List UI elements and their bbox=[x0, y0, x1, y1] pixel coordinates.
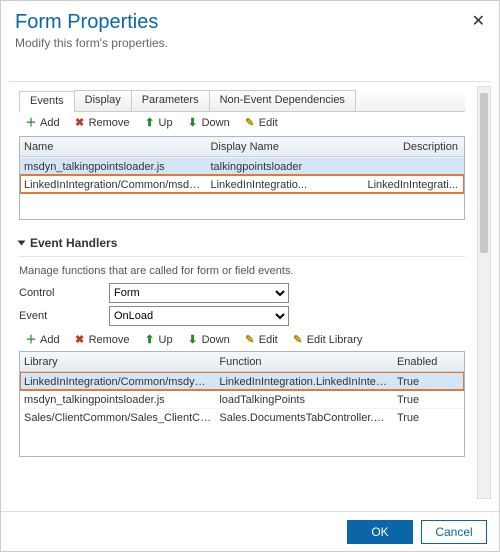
remove-handler-button[interactable]: ✖ Remove bbox=[72, 333, 132, 347]
handlers-grid: Library Function Enabled LinkedInIntegra… bbox=[19, 351, 465, 457]
table-row[interactable]: Sales/ClientCommon/Sales_ClientCom... Sa… bbox=[20, 408, 464, 426]
up-button[interactable]: ⬆ Up bbox=[142, 116, 175, 130]
col-enabled[interactable]: Enabled bbox=[393, 356, 464, 368]
tab-display[interactable]: Display bbox=[74, 90, 132, 111]
handlers-toolbar: ＋ Add ✖ Remove ⬆ Up ⬇ Down ✎ Edit ✎ Edit… bbox=[19, 329, 465, 351]
up-icon: ⬆ bbox=[144, 117, 156, 129]
edit-library-icon: ✎ bbox=[292, 334, 304, 346]
footer: OK Cancel bbox=[1, 511, 499, 551]
remove-label: Remove bbox=[89, 117, 130, 129]
up-label: Up bbox=[159, 334, 173, 346]
col-function[interactable]: Function bbox=[215, 356, 393, 368]
down-handler-button[interactable]: ⬇ Down bbox=[185, 333, 232, 347]
cell-display: talkingpointsloader bbox=[206, 161, 330, 173]
content-area: Events Display Parameters Non-Event Depe… bbox=[9, 81, 491, 503]
cell-desc: LinkedInIntegrati... bbox=[331, 179, 464, 191]
cell-library: LinkedInIntegration/Common/msdyn_L... bbox=[20, 376, 215, 388]
col-library[interactable]: Library bbox=[20, 356, 215, 368]
libraries-grid: Name Display Name Description msdyn_talk… bbox=[19, 136, 465, 220]
tab-non-event-deps[interactable]: Non-Event Dependencies bbox=[209, 90, 356, 111]
scrollbar-thumb[interactable] bbox=[480, 93, 488, 253]
divider bbox=[19, 256, 465, 257]
cell-library: msdyn_talkingpointsloader.js bbox=[20, 394, 215, 406]
edit-handler-button[interactable]: ✎ Edit bbox=[242, 333, 280, 347]
scrollbar[interactable] bbox=[477, 86, 491, 499]
remove-icon: ✖ bbox=[74, 117, 86, 129]
ok-button[interactable]: OK bbox=[347, 520, 413, 544]
cell-function: LinkedInIntegration.LinkedInIntegration.… bbox=[215, 376, 393, 388]
up-label: Up bbox=[159, 117, 173, 129]
table-row[interactable]: LinkedInIntegration/Common/msdyn_L... Li… bbox=[20, 372, 464, 390]
add-icon: ＋ bbox=[25, 334, 37, 346]
tab-parameters[interactable]: Parameters bbox=[131, 90, 210, 111]
event-handlers-desc: Manage functions that are called for for… bbox=[19, 265, 465, 277]
col-display-name[interactable]: Display Name bbox=[206, 141, 330, 153]
col-description[interactable]: Description bbox=[331, 141, 464, 153]
tab-events[interactable]: Events bbox=[19, 91, 75, 112]
table-row[interactable]: msdyn_talkingpointsloader.js loadTalking… bbox=[20, 390, 464, 408]
table-row[interactable]: LinkedInIntegration/Common/msdyn_L... Li… bbox=[20, 175, 464, 193]
down-button[interactable]: ⬇ Down bbox=[185, 116, 232, 130]
close-button[interactable]: ✕ bbox=[472, 11, 485, 31]
edit-library-label: Edit Library bbox=[307, 334, 363, 346]
event-select[interactable]: OnLoad bbox=[109, 306, 289, 326]
down-icon: ⬇ bbox=[187, 334, 199, 346]
libraries-toolbar: ＋ Add ✖ Remove ⬆ Up ⬇ Down ✎ Edit bbox=[19, 112, 465, 134]
cell-display: LinkedInIntegratio... bbox=[206, 179, 330, 191]
cell-enabled: True bbox=[393, 394, 464, 406]
edit-button[interactable]: ✎ Edit bbox=[242, 116, 280, 130]
cell-library: Sales/ClientCommon/Sales_ClientCom... bbox=[20, 412, 215, 424]
cell-function: loadTalkingPoints bbox=[215, 394, 393, 406]
table-row[interactable]: msdyn_talkingpointsloader.js talkingpoin… bbox=[20, 157, 464, 175]
down-label: Down bbox=[202, 334, 230, 346]
cell-name: msdyn_talkingpointsloader.js bbox=[20, 161, 206, 173]
up-handler-button[interactable]: ⬆ Up bbox=[142, 333, 175, 347]
add-button[interactable]: ＋ Add bbox=[23, 116, 62, 130]
edit-icon: ✎ bbox=[244, 334, 256, 346]
cell-enabled: True bbox=[393, 376, 464, 388]
cell-function: Sales.DocumentsTabController.shouldS... bbox=[215, 412, 393, 424]
down-label: Down bbox=[202, 117, 230, 129]
remove-icon: ✖ bbox=[74, 334, 86, 346]
tabs: Events Display Parameters Non-Event Depe… bbox=[19, 90, 465, 112]
edit-library-button[interactable]: ✎ Edit Library bbox=[290, 333, 365, 347]
event-handlers-title: Event Handlers bbox=[30, 236, 117, 250]
cancel-button[interactable]: Cancel bbox=[421, 520, 487, 544]
page-title: Form Properties bbox=[15, 11, 485, 34]
remove-button[interactable]: ✖ Remove bbox=[72, 116, 132, 130]
control-label: Control bbox=[19, 287, 109, 299]
down-icon: ⬇ bbox=[187, 117, 199, 129]
add-label: Add bbox=[40, 334, 60, 346]
edit-icon: ✎ bbox=[244, 117, 256, 129]
up-icon: ⬆ bbox=[144, 334, 156, 346]
cell-name: LinkedInIntegration/Common/msdyn_L... bbox=[20, 179, 206, 191]
edit-label: Edit bbox=[259, 117, 278, 129]
cell-enabled: True bbox=[393, 412, 464, 424]
add-handler-button[interactable]: ＋ Add bbox=[23, 333, 62, 347]
event-handlers-header[interactable]: Event Handlers bbox=[19, 236, 465, 250]
remove-label: Remove bbox=[89, 334, 130, 346]
edit-label: Edit bbox=[259, 334, 278, 346]
add-label: Add bbox=[40, 117, 60, 129]
disclosure-icon bbox=[18, 241, 26, 246]
col-name[interactable]: Name bbox=[20, 141, 206, 153]
control-select[interactable]: Form bbox=[109, 283, 289, 303]
page-subtitle: Modify this form's properties. bbox=[15, 36, 485, 50]
add-icon: ＋ bbox=[25, 117, 37, 129]
event-label: Event bbox=[19, 310, 109, 322]
